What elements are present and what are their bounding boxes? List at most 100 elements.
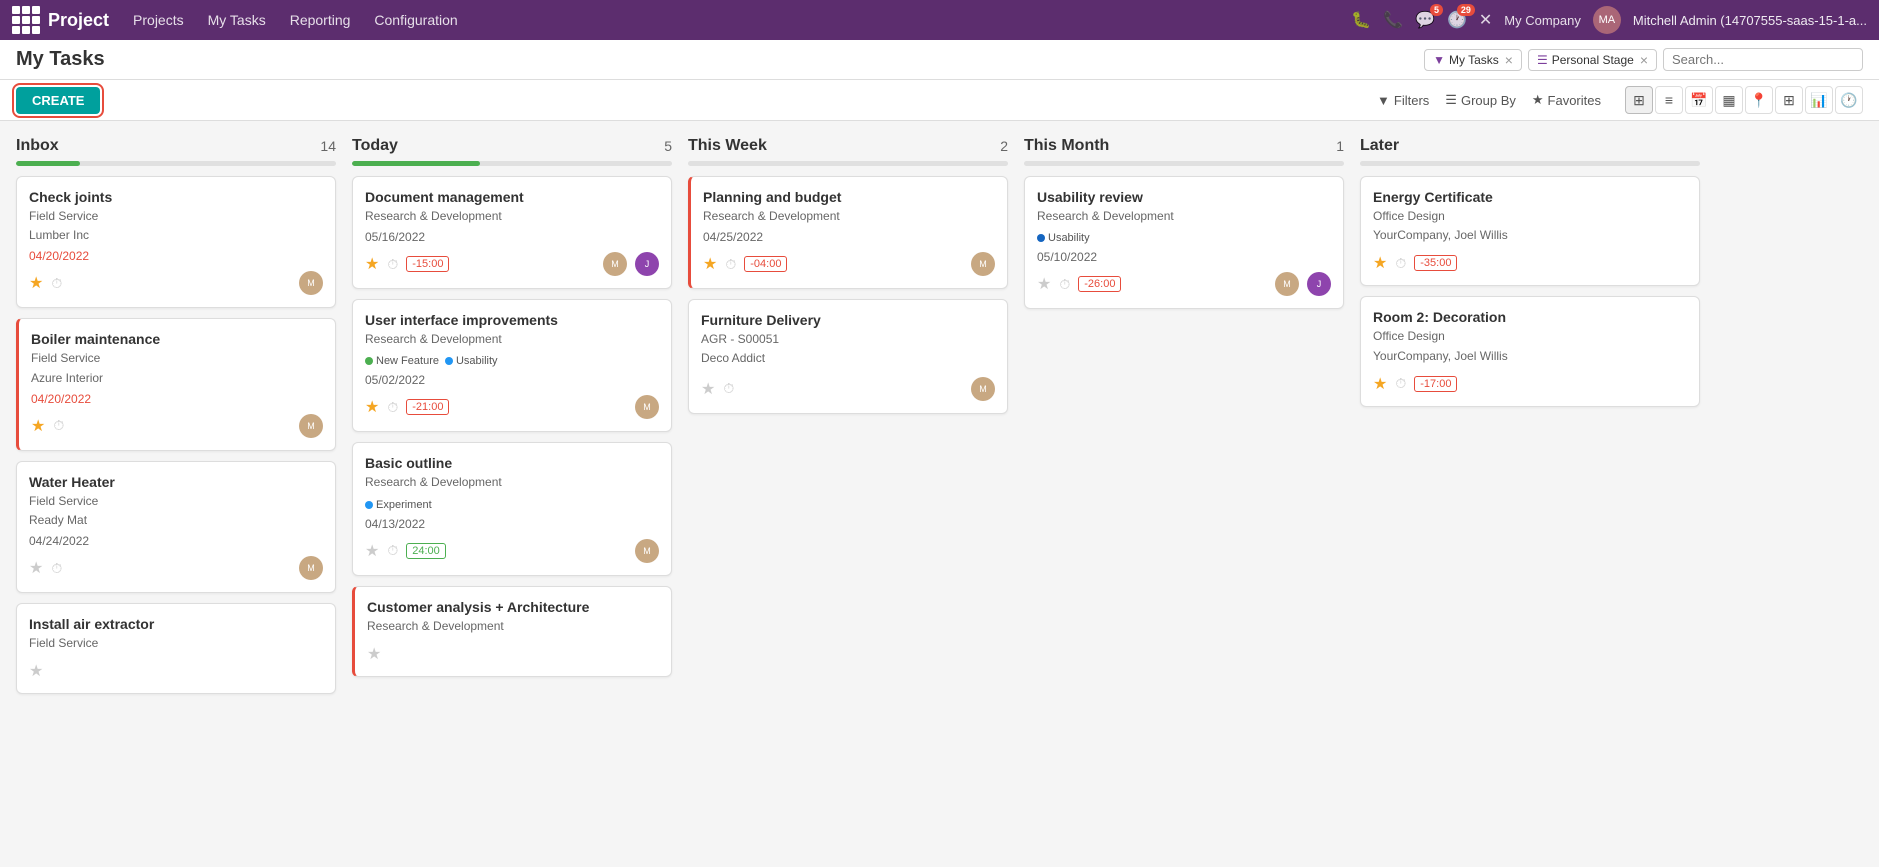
- nav-my-tasks[interactable]: My Tasks: [208, 12, 266, 28]
- task-card[interactable]: Customer analysis + ArchitectureResearch…: [352, 586, 672, 677]
- clock-icon[interactable]: ⏱: [51, 560, 62, 577]
- star-button[interactable]: ★: [29, 273, 43, 293]
- star-button[interactable]: ★: [29, 558, 43, 578]
- card-footer: ★⏱-26:00MJ: [1037, 272, 1331, 296]
- card-footer: ★⏱M: [31, 414, 323, 438]
- nav-links: Projects My Tasks Reporting Configuratio…: [133, 12, 458, 28]
- clock-icon[interactable]: ⏱: [53, 417, 64, 434]
- clock-icon[interactable]: ⏱: [1395, 375, 1406, 392]
- view-kanban[interactable]: ⊞: [1625, 86, 1653, 114]
- nav-reporting[interactable]: Reporting: [290, 12, 351, 28]
- col-progress-bar: [16, 161, 336, 166]
- star-button[interactable]: ★: [1373, 253, 1387, 273]
- star-button[interactable]: ★: [701, 379, 715, 399]
- view-activity[interactable]: 🕐: [1835, 86, 1863, 114]
- view-pivot[interactable]: ⊞: [1775, 86, 1803, 114]
- col-progress-bar: [1024, 161, 1344, 166]
- card-footer: ★ ⏱ -35:00: [1373, 253, 1687, 273]
- card-footer: ★: [367, 644, 659, 664]
- clock-icon[interactable]: ⏱: [387, 542, 398, 559]
- card-company: YourCompany, Joel Willis: [1373, 347, 1687, 366]
- view-map[interactable]: 📍: [1745, 86, 1773, 114]
- task-card[interactable]: User interface improvementsResearch & De…: [352, 299, 672, 432]
- clock-icon[interactable]: ⏱: [723, 380, 734, 397]
- task-card[interactable]: Check jointsField ServiceLumber Inc04/20…: [16, 176, 336, 308]
- clock-icon[interactable]: ⏱: [51, 275, 62, 292]
- view-icons: ⊞ ≡ 📅 ▦ 📍 ⊞ 📊 🕐: [1625, 86, 1863, 114]
- card-subtitle: Office Design: [1373, 327, 1687, 346]
- card-footer: ★: [29, 661, 323, 681]
- clock-icon[interactable]: ⏱: [387, 256, 398, 273]
- col-title: Inbox: [16, 137, 59, 155]
- task-card[interactable]: Room 2: DecorationOffice DesignYourCompa…: [1360, 296, 1700, 406]
- view-chart[interactable]: 📊: [1805, 86, 1833, 114]
- groupby-action[interactable]: ☰ Group By: [1445, 92, 1516, 108]
- chat-icon[interactable]: 💬 5: [1415, 10, 1435, 30]
- card-title: Customer analysis + Architecture: [367, 599, 659, 615]
- star-button[interactable]: ★: [365, 397, 379, 417]
- toolbar: CREATE ▼ Filters ☰ Group By ★ Favorites …: [0, 80, 1879, 121]
- filter-bar: ▼ My Tasks × ☰ Personal Stage ×: [1424, 48, 1863, 71]
- task-card[interactable]: Furniture DeliveryAGR - S00051Deco Addic…: [688, 299, 1008, 413]
- time-badge: -35:00: [1414, 255, 1457, 271]
- card-subtitle: Research & Development: [365, 473, 659, 492]
- task-card[interactable]: Water HeaterField ServiceReady Mat04/24/…: [16, 461, 336, 593]
- view-table[interactable]: ▦: [1715, 86, 1743, 114]
- view-list[interactable]: ≡: [1655, 86, 1683, 114]
- star-button[interactable]: ★: [703, 254, 717, 274]
- col-progress-bar: [352, 161, 672, 166]
- task-card[interactable]: Energy CertificateOffice DesignYourCompa…: [1360, 176, 1700, 286]
- task-card[interactable]: Install air extractorField Service★: [16, 603, 336, 694]
- filter-tag-stage[interactable]: ☰ Personal Stage ×: [1528, 49, 1657, 71]
- task-card[interactable]: Basic outlineResearch & DevelopmentExper…: [352, 442, 672, 575]
- task-card[interactable]: Planning and budgetResearch & Developmen…: [688, 176, 1008, 289]
- nav-configuration[interactable]: Configuration: [374, 12, 457, 28]
- star-button[interactable]: ★: [31, 416, 45, 436]
- star-button[interactable]: ★: [367, 644, 381, 664]
- avatar: M: [603, 252, 627, 276]
- star-button[interactable]: ★: [365, 541, 379, 561]
- star-button[interactable]: ★: [1373, 374, 1387, 394]
- col-count: 5: [664, 138, 672, 154]
- filters-action[interactable]: ▼ Filters: [1377, 93, 1429, 108]
- tag-label: New Feature: [376, 355, 439, 367]
- card-tags: Experiment: [365, 499, 659, 511]
- view-calendar[interactable]: 📅: [1685, 86, 1713, 114]
- filter-tag-mytasks-remove[interactable]: ×: [1505, 52, 1513, 68]
- col-header: Inbox14: [16, 137, 336, 155]
- close-icon[interactable]: ✕: [1479, 10, 1492, 30]
- clock-icon[interactable]: ⏱: [1059, 276, 1070, 293]
- search-input[interactable]: [1663, 48, 1863, 71]
- card-tag: Usability: [445, 355, 498, 367]
- phone-icon[interactable]: 📞: [1383, 10, 1403, 30]
- app-brand[interactable]: Project: [12, 6, 109, 34]
- card-date: 05/02/2022: [365, 373, 659, 387]
- star-button[interactable]: ★: [1037, 274, 1051, 294]
- star-button[interactable]: ★: [29, 661, 43, 681]
- refresh-icon[interactable]: 🕐 29: [1447, 10, 1467, 30]
- kanban-column-inbox: Inbox14 Check jointsField ServiceLumber I…: [16, 137, 336, 704]
- card-footer: ★⏱-17:00: [1373, 374, 1687, 394]
- grid-icon[interactable]: [12, 6, 40, 34]
- tag-dot: [365, 357, 373, 365]
- clock-icon[interactable]: ⏱: [1395, 255, 1406, 272]
- filter-tag-stage-remove[interactable]: ×: [1640, 52, 1648, 68]
- bug-icon[interactable]: 🐛: [1351, 10, 1371, 30]
- card-subtitle: Field Service: [29, 492, 323, 511]
- clock-icon[interactable]: ⏱: [387, 399, 398, 416]
- task-card[interactable]: Document managementResearch & Developmen…: [352, 176, 672, 289]
- filter-tag-mytasks[interactable]: ▼ My Tasks ×: [1424, 49, 1522, 71]
- card-footer: ★ ⏱ M: [29, 556, 323, 580]
- task-card[interactable]: Usability reviewResearch & DevelopmentUs…: [1024, 176, 1344, 309]
- avatar[interactable]: MA: [1593, 6, 1621, 34]
- clock-icon[interactable]: ⏱: [725, 256, 736, 273]
- card-subtitle: Research & Development: [703, 207, 995, 226]
- favorites-action[interactable]: ★ Favorites: [1532, 92, 1601, 108]
- create-button[interactable]: CREATE: [16, 87, 100, 114]
- task-card[interactable]: Boiler maintenanceField ServiceAzure Int…: [16, 318, 336, 450]
- star-button[interactable]: ★: [365, 254, 379, 274]
- nav-projects[interactable]: Projects: [133, 12, 184, 28]
- username: Mitchell Admin (14707555-saas-15-1-a...: [1633, 13, 1867, 28]
- card-title: Energy Certificate: [1373, 189, 1687, 205]
- avatar: M: [299, 556, 323, 580]
